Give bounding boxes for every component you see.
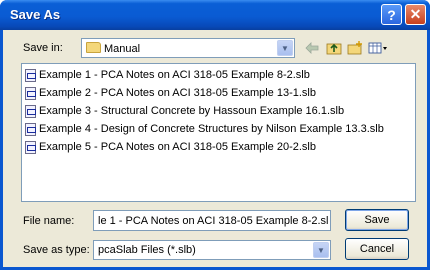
save-button-label: Save xyxy=(364,214,390,226)
close-button[interactable]: ✕ xyxy=(405,4,426,25)
save-type-value: pcaSlab Files (*.slb) xyxy=(98,244,196,256)
views-menu-icon[interactable] xyxy=(367,39,389,57)
title-bar[interactable]: Save As ? ✕ xyxy=(0,0,430,30)
cancel-button[interactable]: Cancel xyxy=(345,238,409,260)
save-in-label: Save in: xyxy=(23,42,63,54)
slb-file-icon xyxy=(25,140,36,154)
save-in-value: Manual xyxy=(104,43,141,55)
list-item[interactable]: Example 3 - Structural Concrete by Hasso… xyxy=(25,103,344,119)
slb-file-icon xyxy=(25,86,36,100)
save-type-dropdown[interactable]: pcaSlab Files (*.slb) ▼ xyxy=(93,240,331,260)
list-item[interactable]: Example 2 - PCA Notes on ACI 318-05 Exam… xyxy=(25,85,316,101)
slb-file-icon xyxy=(25,68,36,82)
file-name-value: le 1 - PCA Notes on ACI 318-05 Example 8… xyxy=(98,215,328,227)
new-folder-icon[interactable] xyxy=(346,39,364,57)
help-button[interactable]: ? xyxy=(381,4,402,25)
close-icon: ✕ xyxy=(409,6,422,22)
list-item[interactable]: Example 1 - PCA Notes on ACI 318-05 Exam… xyxy=(25,67,310,83)
slb-file-icon xyxy=(25,122,36,136)
slb-file-icon xyxy=(25,104,36,118)
save-as-dialog: Save As ? ✕ Save in: Manual ▼ Example 1 … xyxy=(0,0,430,270)
list-item[interactable]: Example 5 - PCA Notes on ACI 318-05 Exam… xyxy=(25,139,316,155)
up-folder-icon[interactable] xyxy=(325,39,343,57)
dialog-title: Save As xyxy=(10,7,61,22)
file-name-field[interactable]: le 1 - PCA Notes on ACI 318-05 Example 8… xyxy=(93,210,331,231)
save-in-dropdown[interactable]: Manual ▼ xyxy=(81,38,295,58)
back-arrow-icon[interactable] xyxy=(303,39,321,57)
file-list[interactable]: Example 1 - PCA Notes on ACI 318-05 Exam… xyxy=(21,63,416,202)
save-button[interactable]: Save xyxy=(345,209,409,231)
save-type-label: Save as type: xyxy=(23,244,90,256)
help-icon: ? xyxy=(387,6,396,23)
cancel-button-label: Cancel xyxy=(359,243,395,255)
list-item[interactable]: Example 4 - Design of Concrete Structure… xyxy=(25,121,384,137)
file-name-label: File name: xyxy=(23,215,75,227)
chevron-down-icon[interactable]: ▼ xyxy=(277,40,293,56)
chevron-down-icon[interactable]: ▼ xyxy=(313,242,329,258)
folder-icon xyxy=(86,42,101,53)
